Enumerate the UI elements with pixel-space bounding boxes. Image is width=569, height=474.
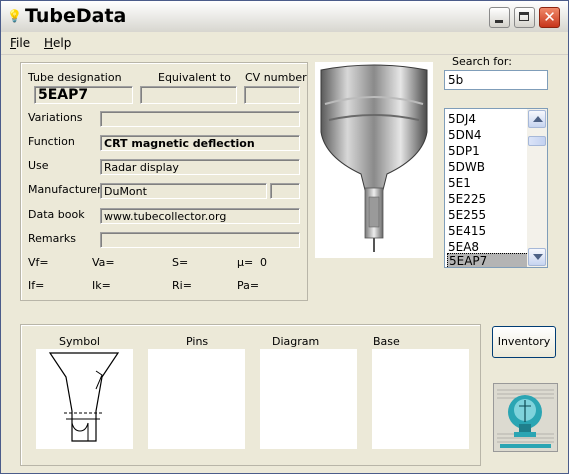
maximize-icon (519, 12, 529, 21)
close-button[interactable]: ✕ (539, 7, 560, 28)
minimize-icon (495, 20, 503, 23)
function-label: Function (28, 135, 75, 148)
search-label: Search for: (452, 55, 512, 68)
list-item[interactable]: 5E255 (447, 207, 530, 223)
pins-image (148, 349, 245, 449)
chevron-down-icon (533, 254, 543, 260)
search-input[interactable] (444, 70, 548, 90)
manufacturer-extra-field[interactable] (270, 183, 300, 199)
scroll-up-button[interactable] (528, 110, 546, 128)
tube-designation-label: Tube designation (28, 71, 122, 84)
scroll-down-button[interactable] (528, 248, 546, 266)
maximize-button[interactable] (514, 7, 535, 28)
menu-help[interactable]: Help (44, 36, 71, 50)
list-item[interactable]: 5E415 (447, 223, 530, 239)
param-mu-value: 0 (260, 256, 267, 269)
app-window: 💡 TubeData ✕ File Help Tube designation … (0, 0, 569, 474)
param-ik: Ik= (92, 279, 111, 292)
param-s: S= (172, 256, 189, 269)
symbol-image (36, 349, 133, 449)
crt-symbol-icon (48, 352, 120, 442)
cv-number-label: CV number (245, 71, 307, 84)
minimize-button[interactable] (489, 7, 510, 28)
list-item[interactable]: 5DP1 (447, 143, 530, 159)
inventory-button[interactable]: Inventory (492, 326, 556, 358)
data-book-field[interactable]: www.tubecollector.org (100, 208, 300, 224)
variations-field[interactable] (100, 111, 300, 127)
equivalent-field[interactable] (140, 86, 237, 104)
param-if: If= (28, 279, 45, 292)
remarks-label: Remarks (28, 232, 76, 245)
list-item-selected[interactable]: 5EAP7 (447, 253, 529, 267)
manufacturer-field[interactable]: DuMont (100, 183, 267, 199)
chevron-up-icon (533, 116, 543, 122)
diagram-image (260, 349, 357, 449)
list-item[interactable]: 5DWB (447, 159, 530, 175)
variations-label: Variations (28, 111, 83, 124)
tube-photo (315, 62, 433, 258)
list-scrollbar[interactable] (527, 109, 547, 267)
bulb-icon: 💡 (7, 9, 22, 23)
list-item[interactable]: 5DJ4 (447, 111, 530, 127)
crt-tube-image (320, 64, 428, 252)
close-icon: ✕ (543, 8, 556, 26)
equivalent-label: Equivalent to (158, 71, 231, 84)
cv-number-field[interactable] (244, 86, 300, 104)
function-field[interactable]: CRT magnetic deflection (100, 135, 300, 151)
base-image (372, 349, 469, 449)
symbol-label: Symbol (59, 335, 100, 348)
param-va: Va= (92, 256, 115, 269)
tube-logo[interactable] (493, 383, 558, 452)
manufacturer-label: Manufacturer (28, 183, 102, 196)
list-item[interactable]: 5E1 (447, 175, 530, 191)
window-title: TubeData (25, 5, 127, 27)
scroll-thumb[interactable] (528, 136, 546, 146)
param-vf: Vf= (28, 256, 49, 269)
title-bar[interactable]: 💡 TubeData ✕ (1, 1, 568, 32)
diagram-label: Diagram (272, 335, 320, 348)
base-label: Base (373, 335, 400, 348)
remarks-field[interactable] (100, 232, 300, 248)
menu-file[interactable]: File (10, 36, 30, 50)
data-book-label: Data book (28, 208, 85, 221)
list-item[interactable]: 5E225 (447, 191, 530, 207)
menu-bar: File Help (1, 32, 568, 55)
list-item[interactable]: 5DN4 (447, 127, 530, 143)
param-pa: Pa= (237, 279, 260, 292)
use-label: Use (28, 159, 49, 172)
tube-logo-icon (494, 384, 557, 451)
param-ri: Ri= (172, 279, 192, 292)
param-mu: µ= (237, 256, 254, 269)
use-field[interactable]: Radar display (100, 159, 300, 175)
tube-designation-field[interactable]: 5EAP7 (34, 86, 133, 104)
pins-label: Pins (186, 335, 209, 348)
